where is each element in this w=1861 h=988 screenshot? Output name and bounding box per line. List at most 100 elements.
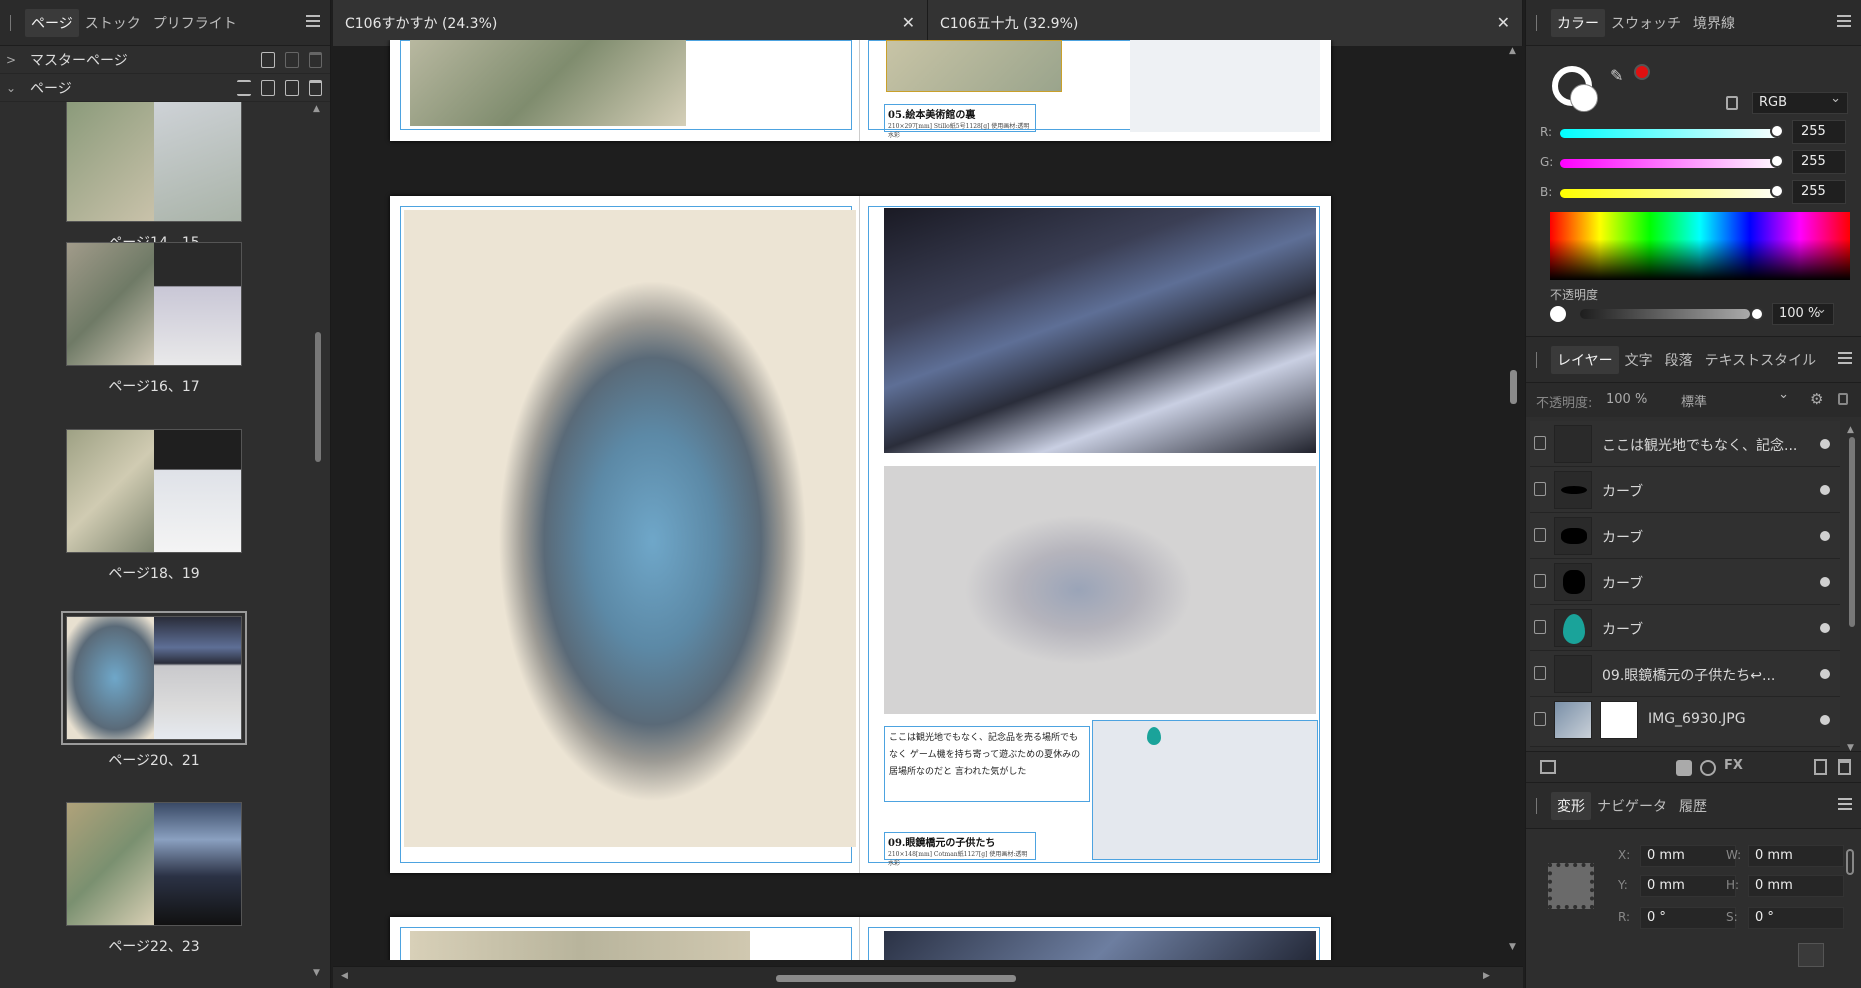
color-mode-select[interactable]: RGB <box>1752 91 1848 114</box>
layer-row[interactable]: カーブ <box>1530 605 1840 651</box>
spread-previous[interactable]: 05.絵本美術館の裏 210×297[mm] Stillo紙5号1128[g] … <box>390 40 1331 141</box>
canvas-vertical-scrollbar[interactable]: ▲ ▼ <box>1505 46 1523 966</box>
layer-row[interactable]: カーブ <box>1530 559 1840 605</box>
h-input[interactable]: 0 mm <box>1748 875 1844 897</box>
layer-row[interactable]: カーブ <box>1530 513 1840 559</box>
visibility-icon[interactable] <box>1820 669 1830 679</box>
visibility-icon[interactable] <box>1820 715 1830 725</box>
tab-swatches[interactable]: スウォッチ <box>1605 9 1687 37</box>
blend-mode-select[interactable]: 標準 <box>1674 387 1796 410</box>
tab-text-styles[interactable]: テキストスタイル <box>1699 346 1823 374</box>
layer-row[interactable]: カーブ <box>1530 467 1840 513</box>
shear-input[interactable]: 0 ° <box>1748 907 1844 929</box>
chevron-down-icon[interactable]: ⌄ <box>6 81 20 95</box>
layer-row[interactable]: 09.眼鏡橋元の子供たち↩... <box>1530 651 1840 697</box>
master-pages-row[interactable]: > マスターページ <box>0 46 330 74</box>
layers-scrollbar[interactable]: ▲ ▼ <box>1846 425 1858 755</box>
blue-slider[interactable] <box>1560 189 1782 198</box>
panel-grip[interactable] <box>10 14 13 31</box>
tab-pages[interactable]: ページ <box>25 8 79 37</box>
chevron-right-icon[interactable]: > <box>6 53 20 67</box>
close-icon[interactable]: ✕ <box>1497 13 1510 32</box>
thumbnail-pages-14-15[interactable]: ページ14、15 <box>66 102 242 252</box>
green-value-input[interactable]: 255 <box>1792 150 1846 174</box>
duplicate-master-icon[interactable] <box>285 52 299 68</box>
caption-box-09[interactable]: 09.眼鏡橋元の子供たち 210×148[mm] Cotman紙1127[g] … <box>884 832 1036 867</box>
body-text-frame[interactable]: ここは観光地でもなく、記念品を売る場所でもなく ゲーム機を持ち寄って遊ぶための夏… <box>884 726 1090 802</box>
rotation-input[interactable]: 0 ° <box>1640 907 1736 929</box>
y-input[interactable]: 0 mm <box>1640 875 1736 897</box>
opacity-reset-icon[interactable] <box>1550 306 1566 322</box>
pencil-sketch-image[interactable] <box>884 466 1316 714</box>
scroll-right-icon[interactable]: ▶ <box>1483 971 1490 981</box>
panel-menu-icon[interactable] <box>1838 798 1852 810</box>
document-canvas[interactable]: 05.絵本美術館の裏 210×297[mm] Stillo紙5号1128[g] … <box>333 40 1523 960</box>
lock-icon[interactable] <box>1726 96 1738 110</box>
green-slider-knob[interactable] <box>1770 154 1784 168</box>
visibility-icon[interactable] <box>1820 439 1830 449</box>
fill-stroke-swatch[interactable] <box>1552 66 1602 116</box>
layer-row[interactable]: ここは観光地でもなく、記念... <box>1530 421 1840 467</box>
vertical-scrollbar-thumb[interactable] <box>1510 370 1517 404</box>
fx-icon[interactable]: FX <box>1724 758 1743 773</box>
horizontal-scrollbar-thumb[interactable] <box>776 975 1016 982</box>
layers-scrollbar-thumb[interactable] <box>1849 437 1855 627</box>
tab-preflight[interactable]: プリフライト <box>147 9 243 37</box>
thumbnail-pages-22-23[interactable]: ページ22、23 <box>66 802 242 956</box>
eyedropper-icon[interactable]: ✎ <box>1610 66 1623 85</box>
visibility-icon[interactable] <box>1820 485 1830 495</box>
spread-next[interactable] <box>390 917 1331 960</box>
tab-navigator[interactable]: ナビゲータ <box>1591 792 1673 820</box>
panel-grip[interactable] <box>1536 14 1539 31</box>
delete-page-icon[interactable] <box>309 80 322 96</box>
pages-row[interactable]: ⌄ ページ <box>0 74 330 102</box>
red-value-input[interactable]: 255 <box>1792 120 1846 144</box>
w-input[interactable]: 0 mm <box>1748 845 1844 867</box>
delete-layer-icon[interactable] <box>1838 759 1851 775</box>
watercolor-artwork-image[interactable] <box>404 210 856 847</box>
scroll-up-icon[interactable]: ▲ <box>313 104 320 114</box>
lock-icon[interactable] <box>1838 393 1848 405</box>
close-icon[interactable]: ✕ <box>902 13 915 32</box>
scroll-down-icon[interactable]: ▼ <box>1509 942 1516 952</box>
fill-color-circle[interactable] <box>1570 84 1598 112</box>
caption-box-05[interactable]: 05.絵本美術館の裏 210×297[mm] Stillo紙5号1128[g] … <box>884 104 1036 139</box>
opacity-slider-knob[interactable] <box>1750 307 1764 321</box>
blue-slider-knob[interactable] <box>1770 184 1784 198</box>
tab-stock[interactable]: ストック <box>79 9 147 37</box>
opacity-slider[interactable] <box>1580 309 1750 319</box>
pages-scrollbar-thumb[interactable] <box>315 332 321 462</box>
tab-layers[interactable]: レイヤー <box>1551 345 1619 374</box>
adjustment-icon[interactable] <box>1700 760 1716 776</box>
scroll-down-icon[interactable]: ▼ <box>313 968 320 978</box>
delete-master-icon[interactable] <box>309 52 322 68</box>
add-layer-icon[interactable] <box>1814 759 1827 775</box>
x-input[interactable]: 0 mm <box>1640 845 1736 867</box>
tab-stroke[interactable]: 境界線 <box>1687 9 1741 37</box>
panel-menu-icon[interactable] <box>306 15 320 27</box>
thumbnail-pages-16-17[interactable]: ページ16、17 <box>66 242 242 396</box>
panel-grip[interactable] <box>1536 351 1539 368</box>
blue-value-input[interactable]: 255 <box>1792 180 1846 204</box>
green-slider[interactable] <box>1560 159 1782 168</box>
add-page-icon[interactable] <box>261 80 275 96</box>
color-spectrum[interactable] <box>1550 212 1850 280</box>
tab-character[interactable]: 文字 <box>1619 346 1659 374</box>
scroll-up-icon[interactable]: ▲ <box>1847 425 1854 435</box>
canvas-horizontal-scrollbar[interactable]: ◀ ▶ <box>333 966 1523 988</box>
panel-grip[interactable] <box>1536 797 1539 814</box>
map-image[interactable] <box>1092 720 1318 860</box>
add-master-icon[interactable] <box>261 52 275 68</box>
opacity-value-input[interactable]: 100 % <box>1772 302 1834 325</box>
layer-opacity-value[interactable]: 100 % <box>1606 392 1647 407</box>
scroll-up-icon[interactable]: ▲ <box>1509 46 1516 56</box>
layer-row[interactable]: IMG_6930.JPG <box>1530 697 1840 747</box>
tab-history[interactable]: 履歴 <box>1673 792 1713 820</box>
scroll-left-icon[interactable]: ◀ <box>341 971 348 981</box>
gear-icon[interactable]: ⚙ <box>1810 390 1823 408</box>
spread-pages-20-21[interactable]: ここは観光地でもなく、記念品を売る場所でもなく ゲーム機を持ち寄って遊ぶための夏… <box>390 196 1331 873</box>
duplicate-page-icon[interactable] <box>285 80 299 96</box>
mask-icon[interactable] <box>1676 760 1692 776</box>
visibility-icon[interactable] <box>1820 531 1830 541</box>
transform-origin-icon[interactable] <box>1798 943 1824 967</box>
